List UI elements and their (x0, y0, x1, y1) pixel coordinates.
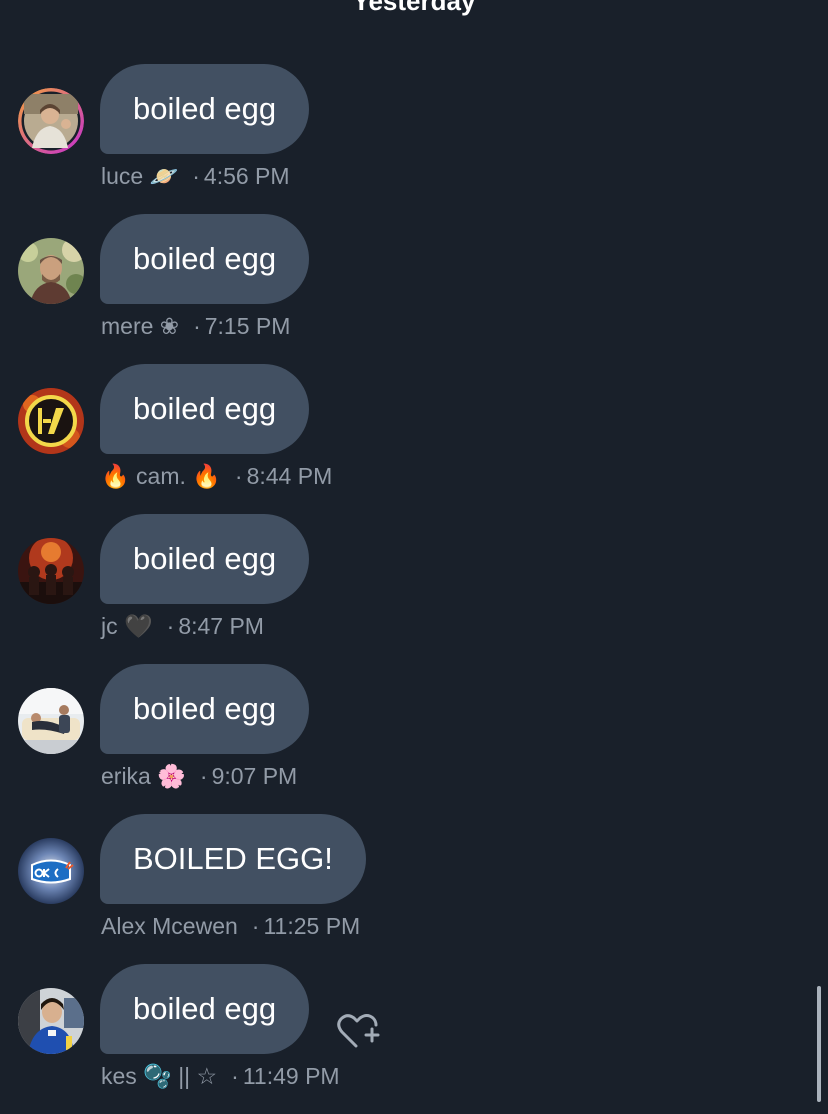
message-bubble[interactable]: boiled egg (100, 214, 310, 304)
timestamp: 11:49 PM (242, 1063, 340, 1089)
timestamp: 7:15 PM (204, 313, 291, 339)
message-meta: Alex Mcewen · 11:25 PM (101, 912, 360, 940)
meta-separator: · (193, 313, 201, 339)
meta-separator: · (231, 1063, 239, 1089)
author-name[interactable]: kes 🫧 || ☆ (101, 1062, 217, 1090)
message-row: boiled egg erika 🌸 · 9:07 PM (0, 664, 828, 814)
timestamp: 8:47 PM (178, 613, 264, 639)
message-meta: kes 🫧 || ☆ · 11:49 PM (101, 1062, 340, 1090)
message-bubble[interactable]: boiled egg (100, 964, 310, 1054)
avatar[interactable] (18, 538, 84, 604)
message-row: boiled egg luce 🪐 · 4:56 PM (0, 64, 828, 214)
author-name[interactable]: 🔥 cam. 🔥 (101, 462, 221, 490)
author-name[interactable]: mere ❀ (101, 312, 179, 340)
avatar[interactable] (18, 688, 84, 754)
timestamp: 11:25 PM (263, 913, 361, 939)
message-thread: boiled egg luce 🪐 · 4:56 PM boiled egg m… (0, 64, 828, 1114)
message-bubble[interactable]: boiled egg (100, 64, 310, 154)
message-row: boiled egg kes 🫧 || ☆ · 11:49 PM (0, 964, 828, 1114)
meta-separator: · (192, 163, 200, 189)
message-meta: erika 🌸 · 9:07 PM (101, 762, 297, 790)
message-row: BOILED EGG! Alex Mcewen · 11:25 PM (0, 814, 828, 964)
message-bubble[interactable]: boiled egg (100, 364, 310, 454)
author-name[interactable]: erika 🌸 (101, 762, 186, 790)
meta-separator: · (234, 463, 243, 489)
day-header: Yesterday (352, 0, 476, 16)
message-row: boiled egg 🔥 cam. 🔥 · 8:44 PM (0, 364, 828, 514)
author-name[interactable]: Alex Mcewen (101, 912, 238, 940)
message-meta: jc 🖤 · 8:47 PM (101, 612, 264, 640)
avatar[interactable] (18, 838, 84, 904)
message-row: boiled egg mere ❀ · 7:15 PM (0, 214, 828, 364)
heart-plus-icon[interactable] (336, 1010, 380, 1050)
message-meta: mere ❀ · 7:15 PM (101, 312, 290, 340)
timestamp: 4:56 PM (203, 163, 290, 189)
meta-separator: · (199, 763, 208, 789)
avatar[interactable] (18, 88, 84, 154)
author-name[interactable]: jc 🖤 (101, 612, 153, 640)
timestamp: 8:44 PM (246, 463, 333, 489)
message-row: boiled egg jc 🖤 · 8:47 PM (0, 514, 828, 664)
scrollbar[interactable] (817, 986, 821, 1102)
meta-separator: · (166, 613, 175, 639)
message-bubble[interactable]: boiled egg (100, 664, 310, 754)
avatar[interactable] (18, 238, 84, 304)
avatar[interactable] (18, 988, 84, 1054)
message-bubble[interactable]: BOILED EGG! (100, 814, 366, 904)
timestamp: 9:07 PM (211, 763, 298, 789)
avatar[interactable] (18, 388, 84, 454)
author-name[interactable]: luce 🪐 (101, 162, 178, 190)
meta-separator: · (251, 913, 260, 939)
message-meta: 🔥 cam. 🔥 · 8:44 PM (101, 462, 332, 490)
message-bubble[interactable]: boiled egg (100, 514, 310, 604)
message-meta: luce 🪐 · 4:56 PM (101, 162, 290, 190)
